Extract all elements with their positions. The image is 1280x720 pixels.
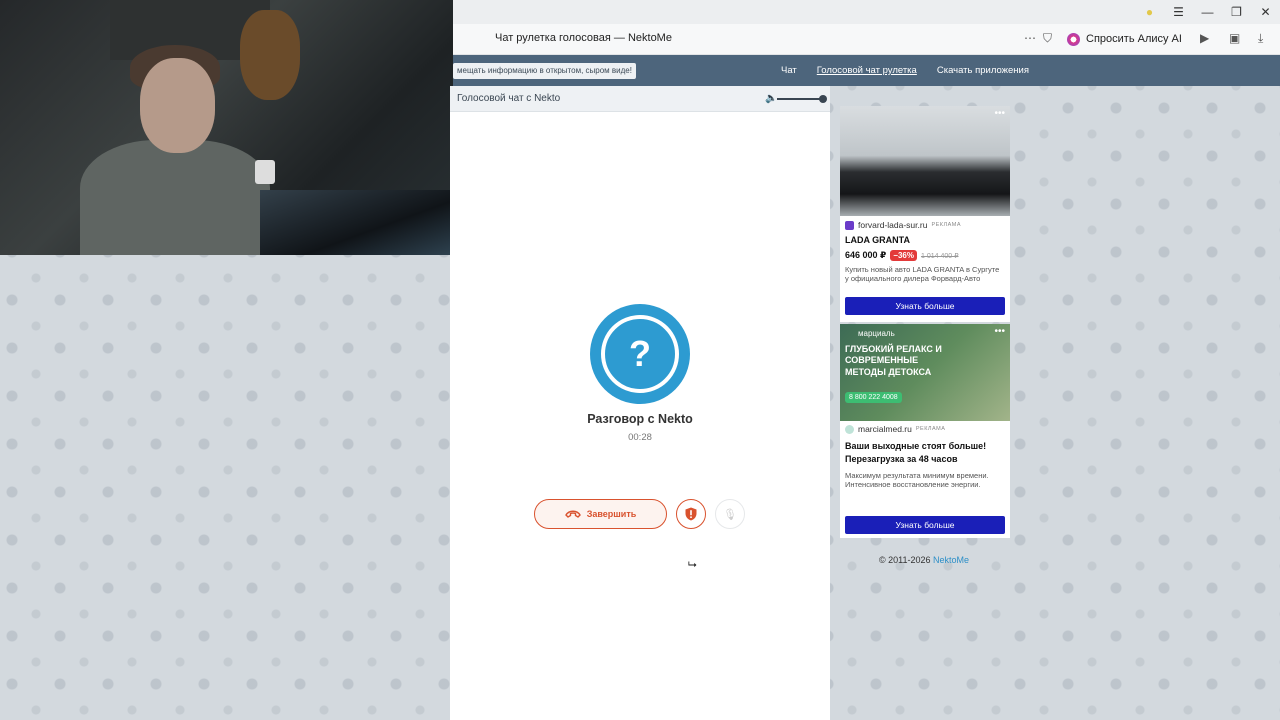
ad-phone-badge: 8 800 222 4008 — [845, 392, 902, 403]
notification-icon[interactable]: ● — [1135, 5, 1164, 19]
nav-links: Чат Голосовой чат рулетка Скачать прилож… — [781, 65, 1029, 76]
menu-icon[interactable]: ☰ — [1164, 5, 1193, 19]
ask-alice-label: Спросить Алису AI — [1086, 33, 1182, 45]
ad-card-lada[interactable]: ••• forvard-lada-sur.ru РЕКЛАМА LADA GRA… — [840, 106, 1010, 322]
copyright-text: © 2011-2026 — [879, 555, 931, 565]
report-button[interactable] — [676, 499, 706, 529]
ad-description: Купить новый авто LADA GRANTA в Сургуте … — [845, 265, 1000, 284]
ad-old-price: 1 014 400 ₽ — [920, 252, 959, 260]
shield-icon — [685, 507, 697, 521]
webcam-person-head — [140, 58, 215, 153]
end-call-button[interactable]: Завершить — [534, 499, 667, 529]
footer-brand-link[interactable]: NektoMe — [933, 555, 969, 565]
ad-description: Максимум результата минимум времени. Инт… — [845, 471, 989, 490]
collections-icon[interactable]: ▣ — [1229, 31, 1240, 45]
ad-learn-more-button[interactable]: Узнать больше — [845, 297, 1005, 315]
site-nav: мещать информацию в открытом, сыром виде… — [453, 55, 1280, 86]
alice-icon — [1067, 32, 1080, 46]
ad-brand-logo: марциаль — [858, 329, 895, 338]
browser-address-bar: Чат рулетка голосовая — NektoMe ⋯ ⛉ Спро… — [453, 24, 1280, 55]
ad-learn-more-button[interactable]: Узнать больше — [845, 516, 1005, 534]
webcam-person-body — [80, 140, 270, 255]
ad-price: 646 000 ₽ — [845, 250, 887, 260]
ask-alice-button[interactable]: Спросить Алису AI — [1061, 28, 1190, 50]
window-controls: ● ☰ — ❐ ✕ — [1135, 0, 1280, 24]
download-icon[interactable]: ⤓ — [1258, 31, 1263, 46]
webcam-desk — [260, 190, 453, 255]
media-icon[interactable]: ▶ — [1200, 31, 1209, 45]
webcam-microphone — [255, 160, 275, 184]
nav-link-voice-chat[interactable]: Голосовой чат рулетка — [817, 65, 917, 76]
tab-title[interactable]: Чат рулетка голосовая — NektoMe — [495, 32, 672, 44]
volume-icon[interactable]: 🔈 — [765, 93, 777, 104]
ad-title: Ваши выходные стоят больше! Перезагрузка… — [845, 441, 987, 464]
call-title: Разговор с Nekto — [587, 412, 693, 426]
ad-source: marcialmed.ru РЕКЛАМА — [845, 424, 945, 434]
ad-title: LADA GRANTA — [845, 235, 910, 245]
ad-favicon — [845, 220, 854, 230]
ad-favicon — [845, 424, 854, 434]
close-icon[interactable]: ✕ — [1251, 5, 1280, 19]
ad-card-marcial[interactable]: марциаль ••• ГЛУБОКИЙ РЕЛАКС И СОВРЕМЕНН… — [840, 324, 1010, 538]
volume-slider-knob[interactable] — [819, 95, 827, 103]
ad-price-row: 646 000 ₽ −36% 1 014 400 ₽ — [845, 250, 959, 261]
info-banner: мещать информацию в открытом, сыром виде… — [453, 63, 636, 79]
minimize-icon[interactable]: — — [1193, 5, 1222, 19]
chat-header-title: Голосовой чат с Nekto — [457, 93, 561, 104]
call-timer: 00:28 — [628, 432, 652, 443]
interlocutor-avatar: ? — [590, 304, 690, 404]
end-call-label: Завершить — [586, 509, 637, 519]
webcam-overlay — [0, 0, 453, 255]
more-icon[interactable]: ⋯ — [1024, 31, 1036, 45]
ad-source-domain: marcialmed.ru — [858, 424, 912, 434]
ad-menu-icon[interactable]: ••• — [994, 326, 1005, 337]
ad-tag: РЕКЛАМА — [931, 222, 962, 228]
ad-discount-badge: −36% — [890, 250, 917, 261]
ad-image-car: ••• — [840, 106, 1010, 216]
ad-source: forvard-lada-sur.ru РЕКЛАМА — [845, 220, 961, 230]
mute-microphone-button[interactable]: 🎙 — [715, 499, 745, 529]
ad-tag: РЕКЛАМА — [915, 426, 946, 432]
nav-link-download-apps[interactable]: Скачать приложения — [937, 65, 1029, 76]
voice-chat-panel: Голосовой чат с Nekto 🔈 ? Разговор с Nek… — [450, 86, 830, 720]
browser-titlebar: ● ☰ — ❐ ✕ — [453, 0, 1280, 24]
ad-source-domain: forvard-lada-sur.ru — [858, 220, 928, 230]
chat-header: Голосовой чат с Nekto 🔈 — [450, 86, 830, 112]
bookmark-icon[interactable]: ⛉ — [1043, 31, 1052, 46]
microphone-icon: 🎙 — [723, 508, 737, 521]
nav-link-chat[interactable]: Чат — [781, 65, 797, 76]
footer-copyright: © 2011-2026 NektoMe — [879, 555, 969, 565]
webcam-guitar — [240, 10, 300, 100]
question-mark-icon: ? — [601, 315, 679, 393]
volume-slider[interactable] — [777, 98, 823, 100]
restore-icon[interactable]: ❐ — [1222, 5, 1251, 19]
ad-image-spa: марциаль ••• ГЛУБОКИЙ РЕЛАКС И СОВРЕМЕНН… — [840, 324, 1010, 421]
mouse-cursor-icon: ⮡ — [688, 559, 697, 571]
ad-banner-headline: ГЛУБОКИЙ РЕЛАКС И СОВРЕМЕННЫЕ МЕТОДЫ ДЕТ… — [845, 344, 942, 377]
hang-up-icon — [564, 510, 581, 518]
ad-menu-icon[interactable]: ••• — [994, 108, 1005, 119]
